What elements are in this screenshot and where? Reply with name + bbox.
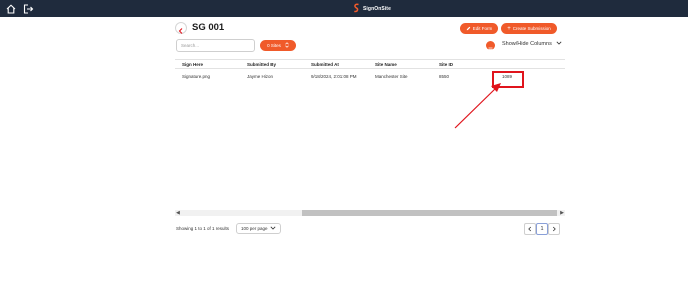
create-submission-label: Create Submission	[512, 26, 551, 31]
brand-logo: SignOnSite	[353, 3, 391, 14]
column-header-site-id[interactable]: Site ID	[439, 60, 453, 68]
back-button[interactable]	[175, 22, 187, 34]
plus-icon: +	[507, 25, 511, 32]
sites-filter-button[interactable]: 0 Sites	[260, 40, 296, 51]
cell-site-id: 8550	[439, 74, 450, 79]
horizontal-scrollbar[interactable]: ◀ ▶	[175, 210, 565, 216]
logout-icon[interactable]	[22, 2, 34, 14]
chevron-left-icon	[528, 226, 532, 232]
show-hide-columns-toggle[interactable]: Show/Hide Columns	[502, 41, 562, 47]
cell-submitted-at: 9/18/2024, 2:01:08 PM	[311, 74, 357, 79]
page-title: SG 001	[192, 22, 225, 33]
cell-submitted-by: Jayme Hizon	[247, 74, 274, 79]
annotation-arrow	[454, 83, 501, 129]
brand-name: SignOnSite	[363, 5, 391, 12]
sites-filter-label: 0 Sites	[267, 43, 281, 48]
chevron-down-icon	[270, 226, 276, 231]
scroll-left-icon[interactable]: ◀	[176, 210, 180, 216]
create-submission-button[interactable]: + Create Submission	[501, 23, 557, 34]
back-arrow-icon	[178, 28, 183, 34]
chevron-right-icon	[552, 226, 556, 232]
scroll-right-icon[interactable]: ▶	[560, 210, 564, 216]
results-summary: Showing 1 to 1 of 1 results	[176, 226, 230, 231]
scrollbar-thumb[interactable]	[302, 210, 557, 216]
show-hide-columns-label: Show/Hide Columns	[502, 41, 552, 47]
chevron-down-icon	[556, 41, 562, 47]
column-header-submitted-by[interactable]: Submitted By	[247, 60, 276, 68]
cell-site-name: Manchester Site	[375, 74, 408, 79]
pencil-icon	[466, 26, 471, 32]
column-header-sign-here[interactable]: Sign Here	[182, 60, 203, 68]
per-page-label: 100 per page	[241, 226, 268, 231]
per-page-select[interactable]: 100 per page	[236, 223, 281, 234]
columns-settings-icon[interactable]	[486, 41, 495, 52]
sort-arrows-icon	[285, 42, 289, 49]
top-navigation-bar: SignOnSite	[0, 0, 688, 17]
cell-sign-here[interactable]: Signature.png	[182, 69, 210, 84]
annotation-highlight-box	[492, 71, 524, 88]
edit-form-label: Edit Form	[472, 26, 493, 31]
column-header-site-name[interactable]: Site Name	[375, 60, 397, 68]
next-page-button[interactable]	[548, 223, 560, 235]
previous-page-button[interactable]	[524, 223, 536, 235]
page-number-button[interactable]: 1	[536, 223, 548, 235]
home-icon[interactable]	[5, 2, 17, 14]
table-header-row: Sign Here Submitted By Submitted At Site…	[175, 59, 565, 69]
search-input[interactable]: Search...	[176, 39, 255, 52]
edit-form-button[interactable]: Edit Form	[460, 23, 498, 34]
signonsite-logo-icon	[353, 0, 360, 18]
column-header-submitted-at[interactable]: Submitted At	[311, 60, 339, 68]
